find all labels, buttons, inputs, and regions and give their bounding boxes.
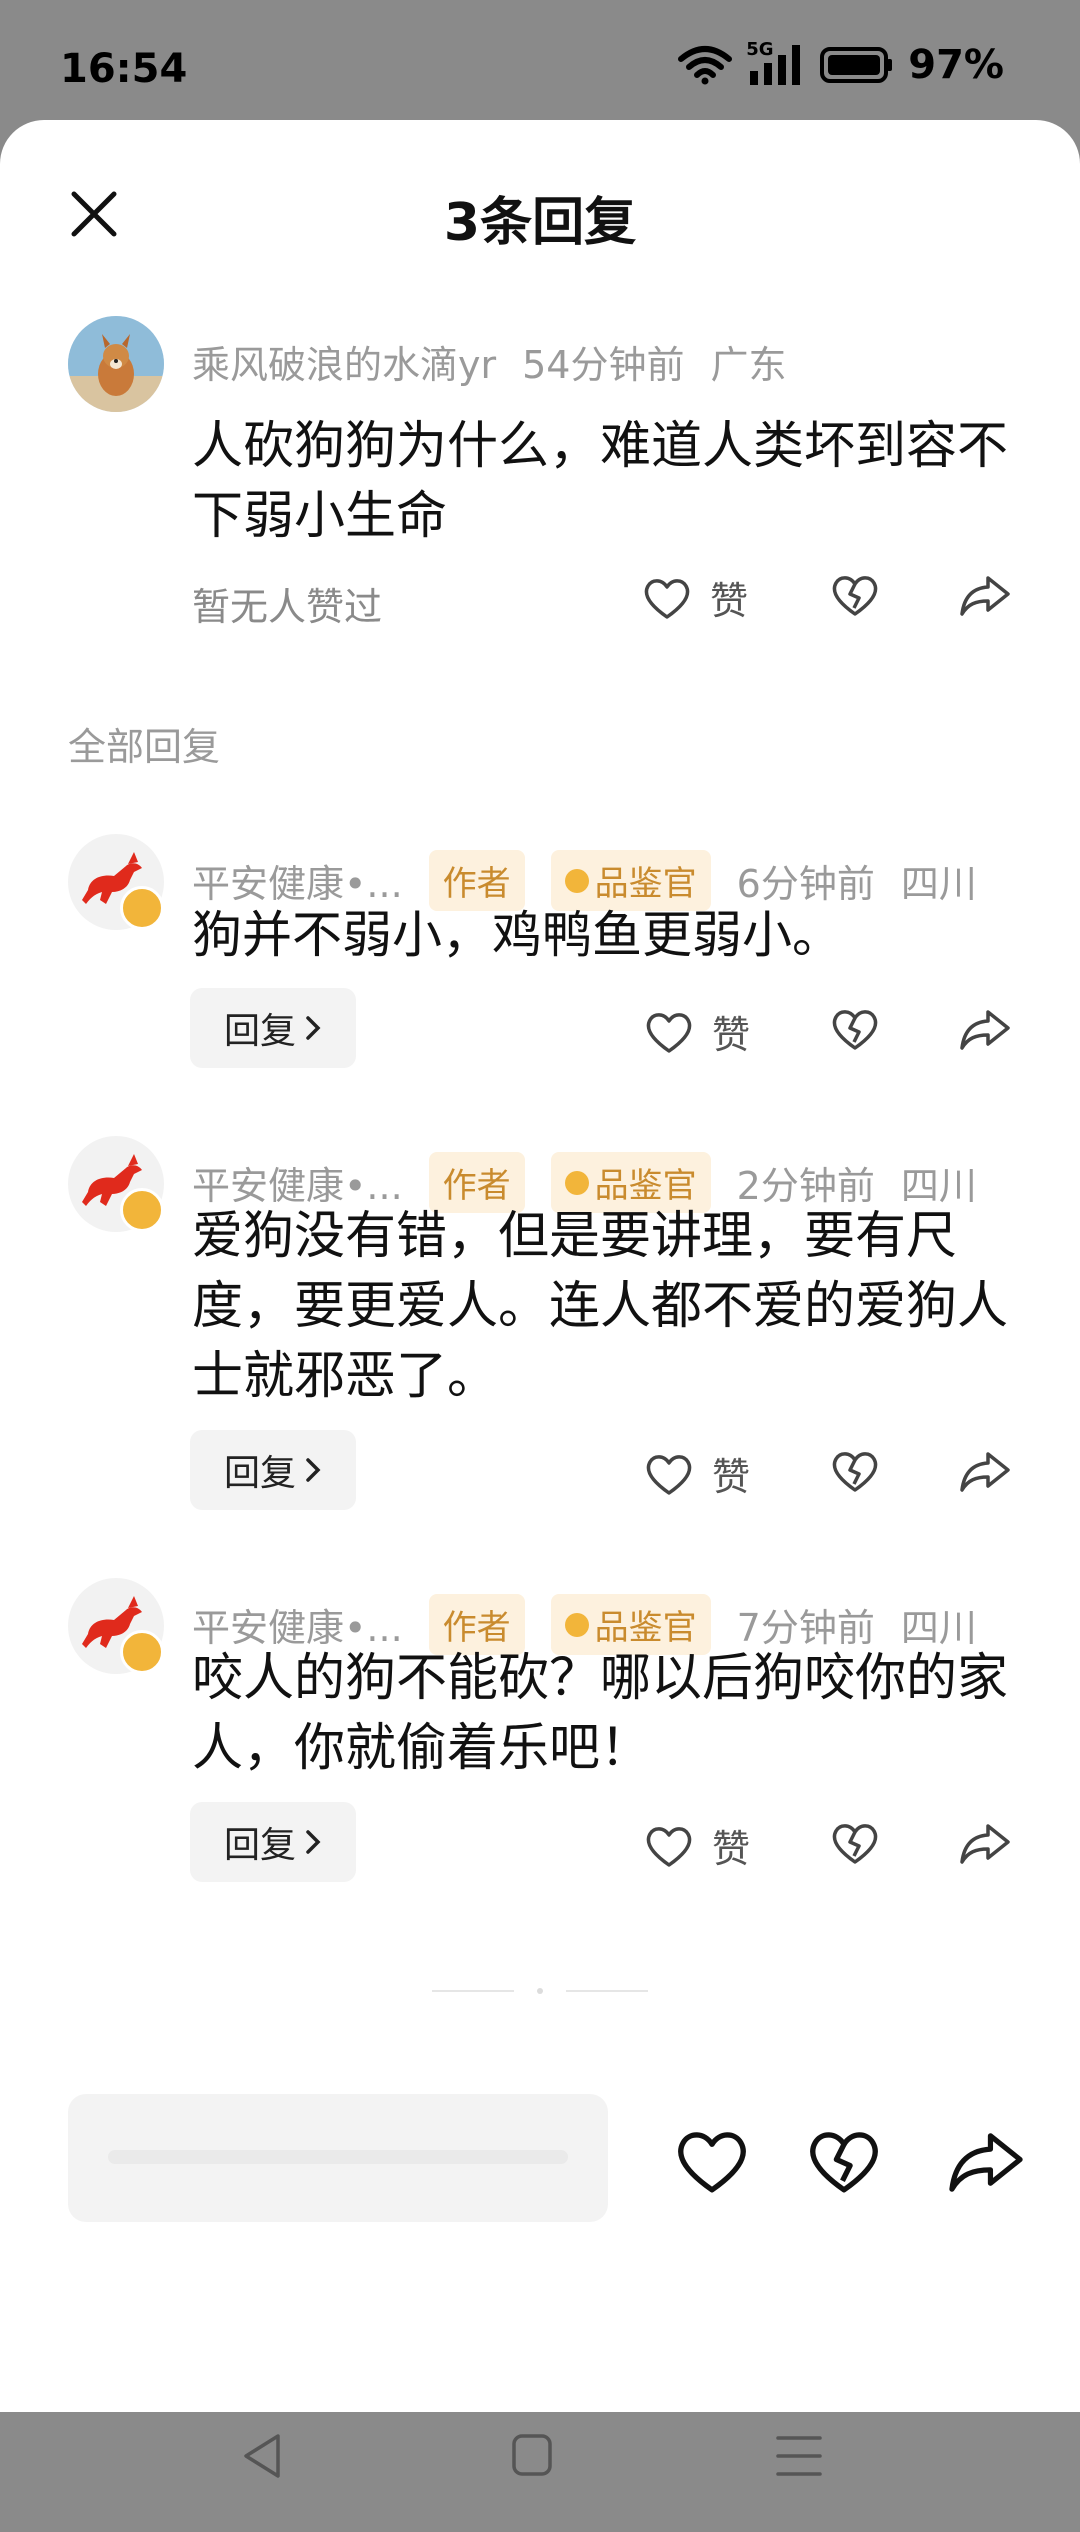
dislike-icon[interactable] bbox=[806, 2126, 882, 2196]
reply-text: 狗并不弱小，鸡鸭鱼更弱小。 bbox=[192, 906, 842, 964]
dislike-icon[interactable] bbox=[830, 572, 880, 618]
like-label: 赞 bbox=[712, 1827, 751, 1871]
share-icon[interactable] bbox=[958, 572, 1012, 618]
reply-button[interactable]: 回复 bbox=[190, 1802, 356, 1882]
reply-text: 爱狗没有错，但是要讲理，要有尺度，要更爱人。连人都不爱的爱狗人士就邪恶了。 bbox=[192, 1207, 1009, 1406]
share-icon[interactable] bbox=[958, 1006, 1012, 1052]
dislike-icon[interactable] bbox=[830, 1448, 880, 1494]
reply-button-label: 回复 bbox=[223, 1825, 296, 1866]
reply-button-label: 回复 bbox=[223, 1453, 296, 1494]
role-tag-label: 品鉴官 bbox=[594, 1166, 697, 1206]
username[interactable]: 乘风破浪的水滴yr bbox=[192, 334, 496, 389]
like-label: 赞 bbox=[712, 1013, 751, 1057]
back-icon[interactable] bbox=[240, 2432, 284, 2480]
status-bar: 16:54 5G 97% bbox=[0, 0, 1080, 120]
verified-icon bbox=[564, 868, 589, 893]
chevron-right-icon bbox=[306, 1458, 321, 1482]
reply-button[interactable]: 回复 bbox=[190, 988, 356, 1068]
reply-text: 咬人的狗不能砍？哪以后狗咬你的家人，你就偷着乐吧！ bbox=[192, 1649, 1009, 1778]
verified-badge bbox=[120, 1630, 164, 1674]
dislike-icon[interactable] bbox=[830, 1006, 880, 1052]
dog-avatar-image bbox=[68, 316, 164, 412]
chevron-right-icon bbox=[306, 1830, 321, 1854]
dislike-icon[interactable] bbox=[830, 1820, 880, 1866]
share-icon[interactable] bbox=[946, 2126, 1026, 2196]
battery-icon bbox=[820, 47, 893, 83]
like-button[interactable]: 赞 bbox=[644, 1004, 750, 1059]
like-label: 赞 bbox=[712, 1455, 751, 1499]
cellular-signal-icon: 5G bbox=[746, 39, 806, 87]
comment-location: 广东 bbox=[710, 343, 787, 387]
system-nav-bar bbox=[0, 2382, 1080, 2532]
avatar[interactable] bbox=[68, 316, 164, 412]
battery-percent: 97% bbox=[908, 42, 1004, 88]
like-label: 赞 bbox=[710, 579, 749, 623]
wifi-icon bbox=[678, 46, 733, 85]
heart-icon bbox=[646, 1012, 692, 1053]
heart-icon bbox=[646, 1826, 692, 1867]
menu-icon[interactable] bbox=[776, 2434, 822, 2478]
reply-button-label: 回复 bbox=[223, 1011, 296, 1052]
role-tag-label: 品鉴官 bbox=[594, 1608, 697, 1648]
section-label: 全部回复 bbox=[68, 725, 221, 769]
replies-sheet: 3条回复 乘风破浪的水滴yr 54分钟前 广东 人砍狗狗为什么，难道人类坏到容不… bbox=[0, 120, 1080, 2478]
input-placeholder-blur bbox=[108, 2150, 568, 2164]
verified-icon bbox=[564, 1612, 589, 1637]
home-icon[interactable] bbox=[510, 2432, 554, 2478]
role-tag-label: 品鉴官 bbox=[594, 864, 697, 904]
sheet-title: 3条回复 bbox=[443, 193, 637, 253]
status-icons: 5G 97% bbox=[678, 39, 1004, 88]
comment-time: 54分钟前 bbox=[522, 343, 685, 387]
share-icon[interactable] bbox=[958, 1448, 1012, 1494]
share-icon[interactable] bbox=[958, 1820, 1012, 1866]
comment-meta: 乘风破浪的水滴yr 54分钟前 广东 bbox=[192, 334, 787, 389]
chevron-right-icon bbox=[306, 1016, 321, 1040]
main-comment-text: 人砍狗狗为什么，难道人类坏到容不下弱小生命 bbox=[192, 417, 1009, 546]
heart-icon bbox=[646, 1454, 692, 1495]
verified-badge bbox=[120, 1188, 164, 1232]
verified-badge bbox=[120, 886, 164, 930]
like-button[interactable]: 赞 bbox=[644, 1818, 750, 1873]
likes-note: 暂无人赞过 bbox=[192, 585, 383, 629]
reply-button[interactable]: 回复 bbox=[190, 1430, 356, 1510]
comment-input[interactable] bbox=[68, 2094, 608, 2222]
end-of-list-divider bbox=[432, 1988, 648, 1994]
heart-icon[interactable] bbox=[674, 2126, 750, 2196]
heart-icon bbox=[644, 578, 690, 619]
like-button[interactable]: 赞 bbox=[642, 570, 748, 625]
sheet-header: 3条回复 bbox=[0, 120, 1080, 310]
verified-icon bbox=[564, 1170, 589, 1195]
status-time: 16:54 bbox=[60, 46, 188, 92]
like-button[interactable]: 赞 bbox=[644, 1446, 750, 1501]
